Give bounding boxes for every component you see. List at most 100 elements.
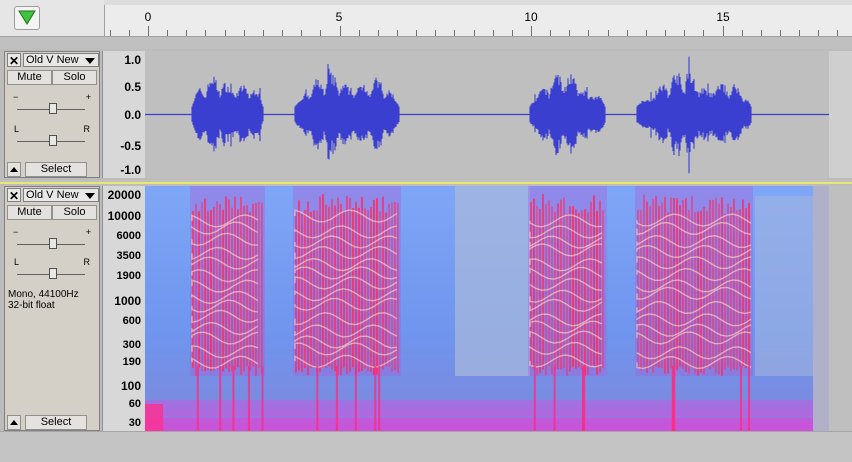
spectrogram-energy-column — [331, 199, 333, 370]
solo-button[interactable]: Solo — [52, 70, 97, 85]
pan-slider[interactable]: L R — [13, 257, 91, 281]
spectrogram-energy-column — [301, 213, 303, 373]
spectrogram-energy-column — [593, 195, 595, 367]
timeline-tick — [282, 30, 284, 36]
spectrogram-energy-column — [255, 202, 257, 376]
frequency-ruler: 20000 10000 6000 3500 1900 1000 600 300 … — [102, 186, 145, 431]
solo-button[interactable]: Solo — [52, 205, 97, 220]
spectrogram-energy-column — [316, 210, 318, 373]
ruler-top-strip — [104, 0, 852, 5]
spectrogram-energy-column — [307, 201, 309, 376]
timeline-tick — [626, 30, 628, 36]
close-track-button[interactable]: ✕ — [7, 188, 21, 203]
timeline-tick — [760, 30, 762, 36]
gain-minus-label: − — [13, 227, 19, 237]
waveform-end-region — [829, 51, 852, 178]
spectrogram-energy-column — [557, 203, 559, 369]
select-track-button[interactable]: Select — [25, 415, 87, 430]
waveform-speech-segment — [294, 64, 400, 160]
spectrogram-energy-column — [246, 205, 248, 367]
amplitude-label: -0.5 — [120, 139, 141, 153]
gain-slider[interactable]: − + — [13, 92, 91, 116]
timeline-tick — [224, 30, 226, 36]
spectrogram-transient — [261, 366, 264, 431]
frequency-label: 10000 — [107, 209, 141, 223]
spectrogram-energy-column — [201, 202, 203, 371]
timeline-tick — [531, 26, 532, 36]
spectrogram-transient — [553, 366, 556, 431]
gain-slider-thumb[interactable] — [49, 238, 57, 249]
timeline-tick — [128, 30, 130, 36]
timeline-tick — [837, 30, 839, 36]
collapse-track-button[interactable] — [7, 415, 21, 430]
spectrogram-energy-column — [334, 205, 336, 372]
spectrogram-low-band — [145, 400, 813, 416]
timeline-tick-label: 15 — [716, 10, 730, 24]
track-area-footer — [0, 431, 852, 462]
timeline-tick — [205, 30, 207, 36]
spectrogram-energy-column — [581, 210, 583, 371]
track-name-label: Old V New — [26, 189, 79, 201]
close-track-button[interactable]: ✕ — [7, 53, 21, 68]
spectrogram-energy-column — [397, 202, 399, 374]
spectrogram-energy-column — [733, 199, 735, 370]
collapse-track-button[interactable] — [7, 162, 21, 177]
amplitude-label: -1.0 — [120, 163, 141, 177]
timeline-tick — [148, 26, 149, 36]
spectrogram-energy-column — [385, 212, 387, 367]
gain-slider-thumb[interactable] — [49, 103, 57, 114]
spectrogram-end-fade — [813, 186, 829, 431]
frequency-label: 60 — [128, 398, 141, 410]
timeline-tick — [454, 30, 456, 36]
spectrogram-energy-column — [745, 208, 747, 369]
spectrogram-energy-column — [364, 208, 366, 369]
pan-slider-thumb[interactable] — [49, 135, 57, 146]
spectrogram-energy-column — [563, 197, 565, 368]
track-name-label: Old V New — [26, 54, 79, 66]
spectrogram-energy-column — [249, 212, 251, 371]
bit-depth-text: 32-bit float — [8, 300, 55, 311]
track-name-menu-button[interactable]: Old V New — [23, 188, 99, 202]
pan-slider[interactable]: L R — [13, 124, 91, 148]
spectrogram-energy-column — [370, 206, 372, 373]
select-track-button[interactable]: Select — [25, 162, 87, 177]
timeline-tick — [377, 30, 379, 36]
mute-button[interactable]: Mute — [7, 205, 52, 220]
track-name-menu-button[interactable]: Old V New — [23, 53, 99, 67]
timeline-tick — [262, 30, 264, 36]
timeline-tick — [818, 30, 820, 36]
mute-button[interactable]: Mute — [7, 70, 52, 85]
play-head-triangle-icon[interactable] — [14, 6, 40, 30]
chevron-down-icon — [85, 193, 95, 199]
frequency-label: 30 — [128, 417, 141, 429]
spectrogram-display[interactable] — [145, 186, 852, 431]
spectrogram-energy-column — [310, 211, 312, 369]
frequency-label: 300 — [122, 339, 141, 351]
spectrogram-energy-column — [252, 203, 254, 367]
spectrogram-energy-column — [694, 212, 696, 374]
timeline-tick-label: 0 — [144, 10, 152, 24]
spectrogram-energy-column — [646, 201, 648, 373]
timeline-tick — [722, 26, 724, 36]
waveform-display[interactable] — [145, 51, 852, 178]
frequency-label: 100 — [120, 379, 141, 393]
spectrogram-energy-column — [261, 202, 263, 374]
spectrogram-transient — [739, 366, 742, 431]
waveform-speech-segment — [636, 56, 752, 174]
track-title-bar: ✕ Old V New — [5, 52, 99, 68]
timeline-ruler[interactable]: 0 5 10 15 — [0, 0, 852, 37]
frequency-label: 20000 — [107, 188, 141, 202]
frequency-label: 190 — [122, 356, 141, 368]
spectrogram-energy-column — [376, 198, 378, 375]
pan-slider-thumb[interactable] — [49, 268, 57, 279]
spectrogram-energy-column — [231, 207, 233, 372]
spectrogram-energy-column — [676, 198, 678, 371]
gain-slider[interactable]: − + — [13, 227, 91, 251]
timeline-tick-label: 10 — [524, 10, 538, 24]
spectrogram-energy-column — [319, 196, 321, 372]
frequency-label: 600 — [122, 315, 141, 327]
timeline-tick — [703, 30, 705, 36]
spectrogram-energy-column — [198, 211, 200, 368]
timeline-tick — [588, 30, 590, 36]
spectrogram-transient — [232, 366, 235, 431]
